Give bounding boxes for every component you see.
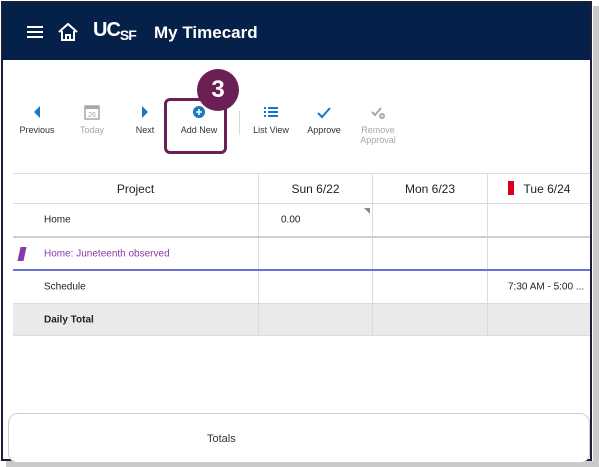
column-header-mon: Mon 6/23 — [373, 174, 488, 203]
callout-step-badge: 3 — [197, 69, 239, 111]
schedule-cell: 7:30 AM - 5:00 ... — [508, 281, 585, 293]
row-label: Home: Juneteenth observed — [44, 248, 170, 259]
top-header: UCSF My Timecard — [3, 3, 590, 60]
total-cell — [259, 304, 373, 335]
home-icon[interactable] — [57, 22, 79, 42]
today-button[interactable]: 26 Today — [75, 103, 109, 135]
arrow-left-icon — [34, 106, 40, 118]
schedule-cell — [259, 271, 373, 303]
remove-approval-button[interactable]: Remove Approval — [355, 103, 401, 145]
next-button[interactable]: Next — [130, 103, 160, 135]
column-header-project: Project — [13, 174, 259, 203]
app-window: UCSF My Timecard Previous 26 Today Next … — [0, 0, 599, 467]
app-frame: UCSF My Timecard Previous 26 Today Next … — [1, 1, 592, 461]
hours-cell[interactable] — [373, 238, 488, 269]
approve-button[interactable]: Approve — [304, 103, 344, 135]
totals-panel[interactable]: Totals — [8, 413, 590, 463]
holiday-marker-icon — [17, 247, 27, 261]
holiday-flag-icon — [507, 181, 514, 195]
list-view-button[interactable]: List View — [249, 103, 293, 135]
remove-approval-label: Remove Approval — [360, 125, 396, 145]
schedule-cell — [373, 271, 488, 303]
hours-cell[interactable] — [488, 238, 590, 269]
checkmark-icon — [317, 107, 331, 119]
timecard-toolbar: Previous 26 Today Next Add New List View… — [3, 103, 590, 163]
hours-cell[interactable]: 0.00 — [259, 204, 373, 236]
totals-label: Totals — [207, 433, 236, 445]
toolbar-divider — [239, 111, 240, 135]
hours-cell[interactable] — [488, 204, 590, 236]
ucsf-logo: UCSF — [93, 19, 137, 43]
page-title: My Timecard — [154, 23, 258, 42]
total-cell — [488, 304, 590, 335]
corner-marker-icon — [364, 208, 370, 214]
list-view-label: List View — [253, 125, 289, 135]
daily-total-row: Daily Total — [13, 304, 590, 336]
hamburger-menu-icon[interactable] — [27, 26, 43, 38]
previous-label: Previous — [19, 125, 55, 135]
hours-cell[interactable] — [373, 204, 488, 236]
approve-label: Approve — [307, 125, 341, 135]
today-label: Today — [79, 125, 105, 135]
previous-button[interactable]: Previous — [17, 103, 57, 135]
calendar-icon: 26 — [84, 105, 100, 120]
row-label: Daily Total — [44, 314, 94, 325]
column-header-tue: Tue 6/24 — [488, 174, 590, 203]
hours-cell[interactable] — [259, 238, 373, 269]
list-icon — [264, 107, 278, 117]
total-cell — [373, 304, 488, 335]
calendar-date: 26 — [88, 112, 96, 119]
next-label: Next — [135, 125, 155, 135]
arrow-right-icon — [142, 106, 148, 118]
row-label: Schedule — [44, 281, 86, 293]
table-row[interactable]: Home: Juneteenth observed — [13, 238, 590, 271]
row-label: Home — [44, 214, 71, 226]
table-row[interactable]: Home 0.00 — [13, 204, 590, 238]
grid-header-row: Project Sun 6/22 Mon 6/23 Tue 6/24 — [13, 173, 590, 204]
column-header-sun: Sun 6/22 — [259, 174, 373, 203]
remove-check-icon — [371, 107, 385, 119]
window-shadow-right — [593, 6, 599, 465]
table-row: Schedule 7:30 AM - 5:00 ... — [13, 271, 590, 304]
